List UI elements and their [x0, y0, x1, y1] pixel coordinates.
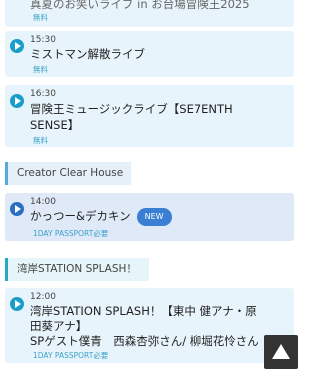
event-card[interactable]: 12:00 湾岸STATION SPLASH！【東中 健アナ・原 田葵アナ】 S… [5, 288, 294, 363]
play-icon[interactable] [10, 39, 24, 53]
event-card[interactable]: 15:30 ミストマン解散ライブ 無料 [5, 31, 294, 77]
event-title-line2: SENSE】 [30, 118, 80, 132]
event-time: 12:00 [30, 292, 56, 302]
play-icon[interactable] [10, 94, 24, 108]
event-time: 15:30 [30, 35, 56, 45]
section-title: Creator Clear House [17, 167, 124, 179]
event-title-line1: 冒険王ミュージックライブ【SE7ENTH [30, 102, 233, 116]
event-title: かっつー&デカキン NEW [30, 208, 172, 226]
event-title: 真夏のお笑いライブ in お台場冒険王2025 [30, 0, 250, 11]
event-price: 無料 [33, 65, 48, 74]
event-time: 16:30 [30, 89, 56, 99]
new-badge: NEW [136, 208, 172, 226]
section-title: 湾岸STATION SPLASH！ [17, 263, 137, 275]
play-icon[interactable] [10, 297, 24, 311]
event-card[interactable]: 真夏のお笑いライブ in お台場冒険王2025 無料 [5, 0, 294, 27]
event-title-line3: SPゲスト僕青 西森杏弥さん/ 柳堀花怜さん [30, 334, 259, 348]
event-title: ミストマン解散ライブ [30, 47, 145, 61]
event-price: 無料 [33, 136, 48, 145]
event-card[interactable]: 16:30 冒険王ミュージックライブ【SE7ENTH SENSE】 無料 [5, 85, 294, 147]
event-title-line2: 田葵アナ】 [30, 319, 88, 333]
play-icon[interactable] [10, 202, 24, 216]
event-time: 14:00 [30, 197, 56, 207]
event-price: 無料 [33, 13, 48, 22]
event-title-text: かっつー&デカキン [30, 209, 131, 223]
event-title-line1: 湾岸STATION SPLASH！【東中 健アナ・原 [30, 304, 257, 318]
scroll-top-button[interactable] [264, 335, 298, 369]
event-pass: 1DAY PASSPORT必要 [33, 351, 109, 360]
section-header-creator: Creator Clear House [5, 162, 131, 185]
section-header-station: 湾岸STATION SPLASH！ [5, 258, 149, 281]
event-pass: 1DAY PASSPORT必要 [33, 229, 109, 238]
event-card[interactable]: 14:00 かっつー&デカキン NEW 1DAY PASSPORT必要 [5, 193, 294, 241]
